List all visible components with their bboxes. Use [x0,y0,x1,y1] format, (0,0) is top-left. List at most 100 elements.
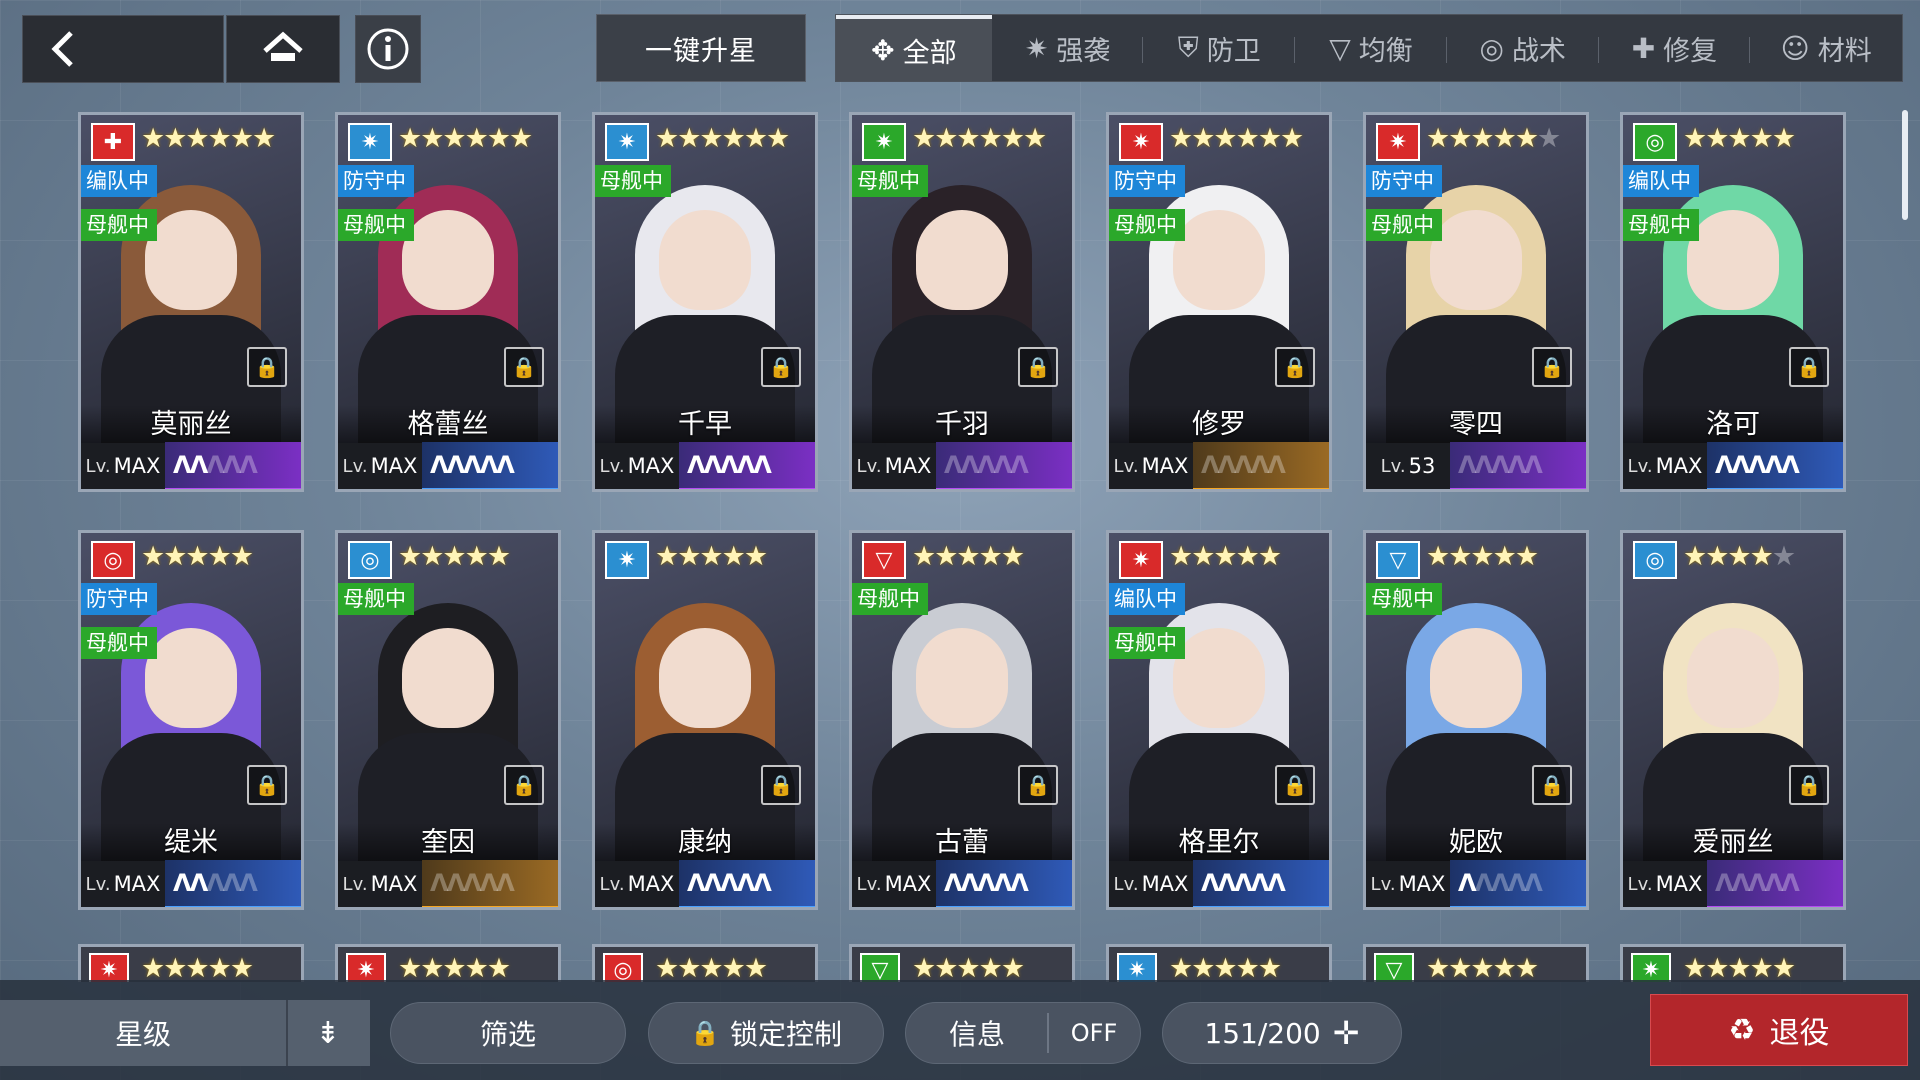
class-icon: ✷ [1631,953,1671,982]
lock-toggle-icon[interactable]: 🔒 [761,765,801,805]
level-box: Lv. MAX [81,861,165,907]
lock-control-button[interactable]: 🔒 锁定控制 [648,1002,884,1064]
star-rating: ★★★★★★ [912,123,1047,154]
level-box: Lv. MAX [81,443,165,489]
ship-card[interactable]: ✷ ★★★★★★ 防守中 母舰中 🔒 修罗 Lv. MAX ɅɅɅɅɅ [1106,112,1332,492]
level-value: MAX [1655,872,1703,896]
lock-toggle-icon[interactable]: 🔒 [247,347,287,387]
sort-control: 星级 ⇟ [0,1000,370,1066]
ship-card[interactable]: ✷ ★★★★★ 编队中 母舰中 🔒 格里尔 Lv. MAX ɅɅɅɅɅ [1106,530,1332,910]
star-rating: ★★★★★ [655,541,768,572]
ship-card[interactable]: ▽ ★★★★★ 母舰中 🔒 妮欧 Lv. MAX Ʌ ɅɅɅɅ [1363,530,1589,910]
tab-2[interactable]: ⛨ 防卫 [1143,15,1296,81]
portrait-face [402,628,494,728]
lock-toggle-icon[interactable]: 🔒 [504,765,544,805]
sort-star-button[interactable]: 星级 [0,1013,286,1053]
rank-chevrons: ɅɅɅɅɅ [1450,859,1586,907]
lock-toggle-icon[interactable]: 🔒 [1789,347,1829,387]
retire-button[interactable]: ♻ 退役 [1650,994,1908,1066]
ship-card-partial[interactable]: ◎ ★★★★★ [592,944,818,982]
ship-card-partial[interactable]: ✷ ★★★★★ [1620,944,1846,982]
class-icon: ▽ [1374,953,1414,982]
lock-toggle-icon[interactable]: 🔒 [1018,765,1058,805]
level-bar: Lv.MAXɅɅɅɅɅ [81,859,301,907]
tab-0[interactable]: ✥ 全部 [836,15,992,81]
info-button[interactable] [355,15,421,83]
portrait-face [1173,210,1265,310]
status-badge: 编队中 [1109,583,1185,615]
star-rating: ★★★★★ [1426,541,1539,572]
ship-name: 千羽 [852,405,1072,445]
level-value: MAX [370,454,418,478]
tab-category-icon: ✷ [1024,31,1049,65]
level-value: 53 [1408,454,1436,478]
lock-toggle-icon[interactable]: 🔒 [1018,347,1058,387]
level-bar: Lv.MAXɅɅɅɅɅ [1366,859,1586,907]
tab-label: 材料 [1817,35,1872,67]
lock-toggle-icon[interactable]: 🔒 [1275,765,1315,805]
ship-card[interactable]: ✷ ★★★★★★ 母舰中 🔒 千早 Lv. MAX ɅɅɅɅɅ [592,112,818,492]
tab-6[interactable]: ☺ 材料 [1750,15,1902,81]
rank-chevrons: ɅɅɅɅɅ [1707,859,1843,907]
lock-toggle-icon[interactable]: 🔒 [504,347,544,387]
class-icon: ✷ [1117,953,1157,982]
one-key-star-up-button[interactable]: 一键升星 [596,14,806,82]
status-badge: 防守中 [1366,165,1442,197]
tab-3[interactable]: ▽ 均衡 [1295,15,1447,81]
ship-card-partial[interactable]: ▽ ★★★★★ [849,944,1075,982]
status-badge: 母舰中 [338,209,414,241]
ship-card[interactable]: ◎ ★★★★★ 防守中 母舰中 🔒 缇米 Lv. MAX ɅɅ ɅɅɅ [78,530,304,910]
level-value: MAX [884,454,932,478]
ship-card[interactable]: ✷ ★★★★★★ 防守中 母舰中 🔒 零四 Lv. 53 ɅɅɅɅɅ [1363,112,1589,492]
class-icon: ▽ [860,953,900,982]
portrait-face [145,628,237,728]
tab-category-icon: ✚ [1631,31,1656,65]
class-icon: ✚ [91,123,135,161]
ship-card[interactable]: ✷ ★★★★★★ 防守中 母舰中 🔒 格蕾丝 Lv. MAX ɅɅɅɅɅ [335,112,561,492]
ship-card[interactable]: ▽ ★★★★★ 母舰中 🔒 古蕾 Lv. MAX ɅɅɅɅɅ [849,530,1075,910]
tab-5[interactable]: ✚ 修复 [1599,15,1751,81]
ship-card[interactable]: ◎ ★★★★★ 编队中 母舰中 🔒 洛可 Lv. MAX ɅɅɅɅɅ [1620,112,1846,492]
ship-card-partial[interactable]: ✷ ★★★★★ [78,944,304,982]
tab-category-icon: ☺ [1780,31,1810,65]
home-button[interactable] [226,15,340,83]
level-prefix: Lv. [1627,873,1653,895]
ship-card[interactable]: ◎ ★★★★★ 母舰中 🔒 奎因 Lv. MAX ɅɅɅɅɅ [335,530,561,910]
ship-name: 洛可 [1623,405,1843,445]
ship-card-partial[interactable]: ✷ ★★★★★ [335,944,561,982]
ship-card[interactable]: ◎ ★★★★★ 🔒 爱丽丝 Lv. MAX ɅɅɅɅɅ [1620,530,1846,910]
rank-chevrons: ɅɅɅɅɅ [165,859,301,907]
lock-toggle-icon[interactable]: 🔒 [1532,347,1572,387]
level-box: Lv. MAX [852,861,936,907]
lock-toggle-icon[interactable]: 🔒 [1789,765,1829,805]
star-rating: ★★★★★★ [398,123,533,154]
tab-1[interactable]: ✷ 强袭 [992,15,1144,81]
tab-category-icon: ▽ [1329,31,1351,65]
lock-toggle-icon[interactable]: 🔒 [247,765,287,805]
capacity-button[interactable]: 151/200 ✛ [1162,1002,1402,1064]
ship-card[interactable]: ✷ ★★★★★★ 母舰中 🔒 千羽 Lv. MAX ɅɅɅɅɅ [849,112,1075,492]
portrait-face [1430,210,1522,310]
lock-toggle-icon[interactable]: 🔒 [1532,765,1572,805]
star-rating: ★★★★★★ [1169,123,1304,154]
ship-card[interactable]: ✷ ★★★★★ 🔒 康纳 Lv. MAX ɅɅɅɅɅ [592,530,818,910]
level-box: Lv. MAX [338,443,422,489]
info-toggle-button[interactable]: 信息 OFF [905,1002,1141,1064]
tab-4[interactable]: ◎ 战术 [1447,15,1599,81]
lock-toggle-icon[interactable]: 🔒 [1275,347,1315,387]
sort-order-button[interactable]: ⇟ [286,1000,368,1066]
back-button[interactable] [22,15,224,83]
level-value: MAX [1398,872,1446,896]
expand-plus-icon: ✛ [1332,1014,1360,1052]
ship-name: 爱丽丝 [1623,823,1843,863]
ship-card-partial[interactable]: ▽ ★★★★★ [1363,944,1589,982]
ship-card[interactable]: ✚ ★★★★★★ 编队中 母舰中 🔒 莫丽丝 Lv. MAX ɅɅ ɅɅɅ [78,112,304,492]
level-prefix: Lv. [856,873,882,895]
ship-card-partial[interactable]: ✷ ★★★★★ [1106,944,1332,982]
level-box: Lv. MAX [595,443,679,489]
class-icon: ▽ [862,541,906,579]
lock-toggle-icon[interactable]: 🔒 [761,347,801,387]
scrollbar[interactable] [1902,110,1908,220]
info-toggle-label: 信息 [907,1013,1049,1053]
filter-button[interactable]: 筛选 [390,1002,626,1064]
